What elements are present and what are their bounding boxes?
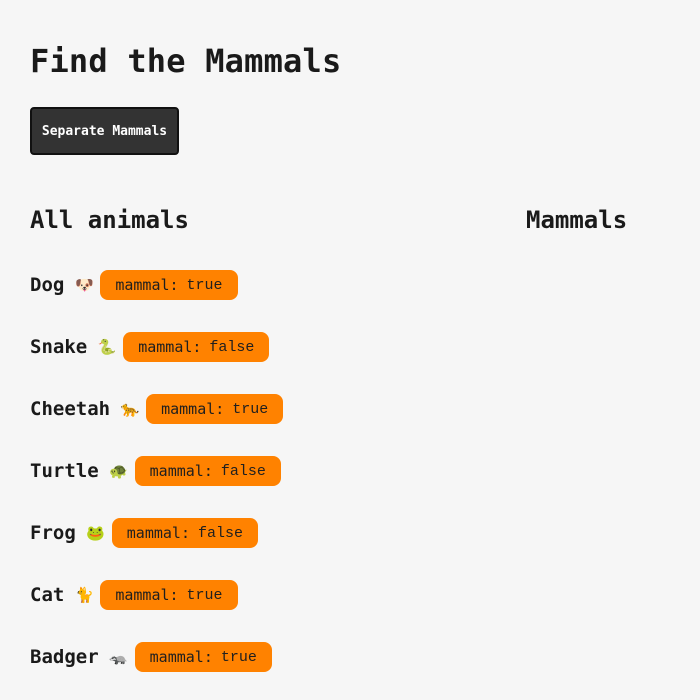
mammal-status-badge: mammal: true [100, 580, 238, 610]
animal-item-badger: Badger 🦡 mammal: true [30, 642, 283, 672]
mammal-status-badge: mammal: false [111, 518, 258, 548]
all-animals-heading: All animals [30, 206, 189, 234]
animal-item-dog: Dog 🐶 mammal: true [30, 270, 283, 300]
badge-key: mammal: [149, 648, 213, 666]
animal-name: Frog [30, 521, 76, 544]
animal-item-cheetah: Cheetah 🐆 mammal: true [30, 394, 284, 424]
mammals-heading: Mammals [526, 206, 628, 234]
animal-item-snake: Snake 🐍 mammal: false [30, 332, 283, 362]
badge-value: false [209, 338, 255, 356]
dog-emoji-icon: 🐶 [74, 275, 94, 294]
badge-value: true [186, 276, 223, 294]
animal-name: Cheetah [30, 397, 111, 420]
mammal-status-badge: mammal: false [134, 456, 281, 486]
snake-emoji-icon: 🐍 [97, 337, 117, 356]
animal-name: Cat [30, 583, 65, 606]
badger-emoji-icon: 🦡 [109, 647, 128, 666]
animal-name: Snake [30, 335, 88, 358]
badge-value: true [186, 586, 223, 604]
badge-key: mammal: [138, 338, 202, 356]
badge-value: false [197, 524, 243, 542]
badge-key: mammal: [115, 586, 179, 604]
turtle-emoji-icon: 🐢 [109, 461, 128, 480]
cat-emoji-icon: 🐈 [74, 585, 94, 604]
badge-value: true [220, 648, 257, 666]
badge-key: mammal: [149, 462, 213, 480]
mammal-status-badge: mammal: true [100, 270, 238, 300]
all-animals-list: Dog 🐶 mammal: true Snake 🐍 mammal: false… [30, 270, 284, 700]
separate-mammals-button[interactable]: Separate Mammals [30, 107, 179, 155]
animal-name: Dog [30, 273, 65, 296]
page-title: Find the Mammals [30, 42, 342, 80]
cheetah-emoji-icon: 🐆 [120, 399, 140, 418]
badge-key: mammal: [115, 276, 179, 294]
animal-name: Turtle [30, 459, 99, 482]
badge-value: false [220, 462, 266, 480]
mammal-status-badge: mammal: true [134, 642, 272, 672]
badge-key: mammal: [126, 524, 190, 542]
mammal-status-badge: mammal: true [146, 394, 284, 424]
badge-key: mammal: [161, 400, 225, 418]
frog-emoji-icon: 🐸 [86, 523, 106, 542]
animal-item-cat: Cat 🐈 mammal: true [30, 580, 283, 610]
animal-item-turtle: Turtle 🐢 mammal: false [30, 456, 283, 486]
badge-value: true [232, 400, 269, 418]
animal-item-frog: Frog 🐸 mammal: false [30, 518, 283, 548]
mammal-status-badge: mammal: false [123, 332, 270, 362]
animal-name: Badger [30, 645, 99, 668]
page: Find the Mammals Separate Mammals All an… [0, 0, 700, 700]
